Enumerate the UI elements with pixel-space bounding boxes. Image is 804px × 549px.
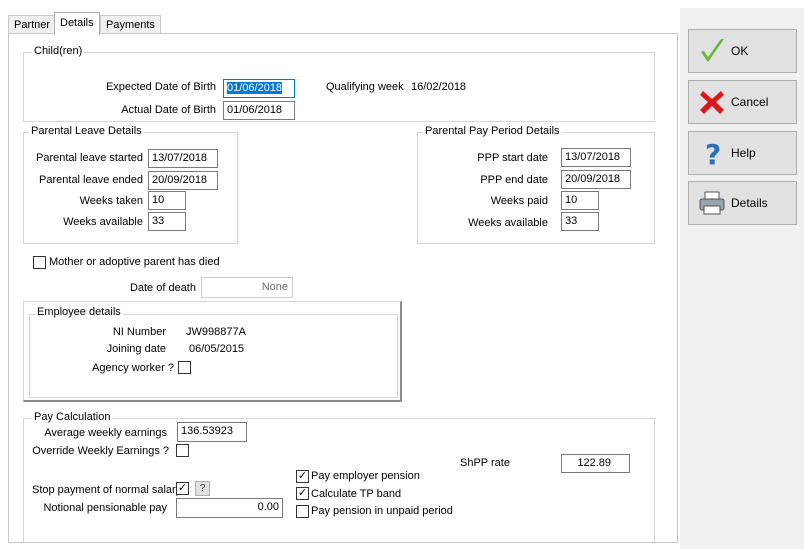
red-cross-icon [697,87,727,117]
details-label: Details [731,196,768,210]
calc-tp-band-checkbox[interactable]: ✓ [296,487,309,500]
joining-date-value: 06/05/2015 [189,343,245,355]
ppp-weeks-available-label: Weeks available [468,217,548,229]
expected-dob-field[interactable]: 01/06/2018 [223,79,295,98]
override-weekly-checkbox[interactable] [176,444,189,457]
ok-label: OK [731,44,749,58]
parental-pay-group-title: Parental Pay Period Details [423,125,562,137]
details-button[interactable]: Details [688,181,797,225]
cancel-button[interactable]: Cancel [688,80,797,124]
ni-number-label: NI Number [112,326,166,338]
weeks-paid-label: Weeks paid [490,195,548,207]
notional-pay-label: Notional pensionable pay [43,502,167,514]
awe-field[interactable]: 136.53923 [177,422,247,442]
notional-pay-field[interactable]: 0.00 [176,498,283,518]
override-weekly-label: Override Weekly Earnings ? [32,445,169,457]
children-group-title: Child(ren) [32,45,85,57]
weeks-taken-field[interactable]: 10 [148,191,186,210]
expected-dob-label: Expected Date of Birth [105,81,216,93]
pay-pension-unpaid-checkbox[interactable] [296,505,309,518]
leave-ended-field[interactable]: 20/09/2018 [148,171,218,190]
actual-dob-label: Actual Date of Birth [121,104,216,116]
leave-ended-label: Parental leave ended [39,174,143,186]
shpp-rate-label: ShPP rate [460,457,510,469]
ppp-start-label: PPP start date [477,152,548,164]
stop-payment-checkbox[interactable]: ✓ [176,482,189,495]
ok-button[interactable]: OK [688,29,797,73]
qualifying-week-value: 16/02/2018 [411,81,467,93]
date-of-death-field[interactable]: None [201,277,293,298]
mother-died-checkbox[interactable] [33,256,46,269]
tab-bar: Partner Details Payments [8,12,678,35]
mother-died-label: Mother or adoptive parent has died [49,256,220,268]
ni-number-value: JW998877A [186,326,246,338]
blue-question-icon: ? [697,138,727,171]
pay-employer-pension-label: Pay employer pension [311,470,420,482]
awe-label: Average weekly earnings [44,427,167,439]
printer-icon [697,188,727,218]
weeks-available-field[interactable]: 33 [148,212,186,231]
tab-details[interactable]: Details [54,12,100,35]
stop-payment-help-button[interactable]: ? [195,481,210,496]
svg-text:?: ? [705,138,721,168]
shpp-rate-field[interactable]: 122.89 [561,454,630,473]
joining-date-label: Joining date [106,343,166,355]
agency-worker-label: Agency worker ? [92,362,174,374]
help-label: Help [731,146,756,160]
ppp-end-field[interactable]: 20/09/2018 [561,170,631,189]
employee-details-title: Employee details [35,306,123,318]
pay-pension-unpaid-label: Pay pension in unpaid period [311,505,453,517]
weeks-paid-field[interactable]: 10 [561,191,599,210]
ppp-end-label: PPP end date [480,174,548,186]
agency-worker-checkbox[interactable] [178,361,191,374]
stop-payment-label: Stop payment of normal salary [32,484,182,496]
action-sidebar: OK Cancel ? Help Details [680,8,804,549]
qualifying-week-label: Qualifying week [326,81,404,93]
pay-employer-pension-checkbox[interactable]: ✓ [296,470,309,483]
parental-leave-group-title: Parental Leave Details [29,125,144,137]
pay-calculation-title: Pay Calculation [32,411,113,423]
leave-started-field[interactable]: 13/07/2018 [148,149,218,168]
actual-dob-field[interactable]: 01/06/2018 [223,101,295,120]
tab-partner[interactable]: Partner [8,15,57,34]
tab-payments[interactable]: Payments [100,15,161,34]
leave-started-label: Parental leave started [35,152,143,164]
ppp-start-field[interactable]: 13/07/2018 [561,148,631,167]
green-checkmark-icon [697,36,727,66]
weeks-available-label: Weeks available [63,216,143,228]
ppp-weeks-available-field[interactable]: 33 [561,212,599,231]
cancel-label: Cancel [731,95,769,109]
weeks-taken-label: Weeks taken [79,195,143,207]
date-of-death-label: Date of death [129,282,196,294]
help-button[interactable]: ? Help [688,131,797,175]
calc-tp-band-label: Calculate TP band [311,488,402,500]
